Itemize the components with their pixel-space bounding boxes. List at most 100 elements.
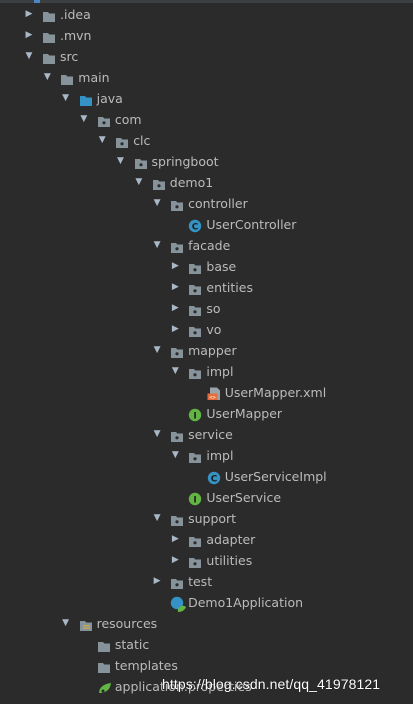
tree-node[interactable]: C UserController xyxy=(0,214,413,235)
tree-node[interactable]: ▼ demo1 xyxy=(0,172,413,193)
chevron-down-icon[interactable]: ▼ xyxy=(134,172,144,193)
chevron-down-icon[interactable]: ▼ xyxy=(152,235,162,256)
tree-node[interactable]: ▼ main xyxy=(0,67,413,88)
chevron-down-icon[interactable]: ▼ xyxy=(152,508,162,529)
tree-node[interactable]: ▼ impl xyxy=(0,445,413,466)
tree-node[interactable]: ▶ so xyxy=(0,298,413,319)
chevron-down-icon[interactable]: ▼ xyxy=(170,445,180,466)
tree-node[interactable]: Demo1Application xyxy=(0,592,413,613)
tree-node[interactable]: templates xyxy=(0,655,413,676)
tree-node[interactable]: ▼ controller xyxy=(0,193,413,214)
chevron-right-icon[interactable]: ▶ xyxy=(170,277,180,298)
xml-file-icon: <> xyxy=(207,386,221,401)
tree-node-label: so xyxy=(206,301,221,316)
tree-node-label: entities xyxy=(206,280,253,295)
tree-node[interactable]: ▶ vo xyxy=(0,319,413,340)
resources-folder-icon xyxy=(79,617,93,631)
chevron-right-icon[interactable]: ▶ xyxy=(170,256,180,277)
tree-node[interactable]: ▼ springboot xyxy=(0,151,413,172)
tree-node[interactable]: I UserService xyxy=(0,487,413,508)
tree-node[interactable]: ▼ service xyxy=(0,424,413,445)
tree-node[interactable]: ▼ src xyxy=(0,46,413,67)
chevron-right-icon[interactable]: ▶ xyxy=(170,550,180,571)
tree-node[interactable]: ▶ .mvn xyxy=(0,25,413,46)
chevron-down-icon[interactable]: ▼ xyxy=(152,193,162,214)
package-icon xyxy=(188,260,202,274)
package-icon xyxy=(188,449,202,463)
chevron-down-icon[interactable]: ▼ xyxy=(61,613,71,634)
chevron-right-icon[interactable]: ▶ xyxy=(24,25,34,46)
tree-node-label: UserService xyxy=(206,490,282,505)
tree-node-label: service xyxy=(188,427,233,442)
chevron-right-icon[interactable]: ▶ xyxy=(152,571,162,592)
chevron-down-icon[interactable]: ▼ xyxy=(42,67,52,88)
tree-node[interactable]: ▶ .idea xyxy=(0,4,413,25)
chevron-right-icon[interactable]: ▶ xyxy=(24,4,34,25)
tree-node-label: facade xyxy=(188,238,231,253)
chevron-right-icon[interactable]: ▶ xyxy=(170,529,180,550)
tree-node-label: com xyxy=(114,112,142,127)
package-icon xyxy=(97,113,111,127)
tree-node-label: support xyxy=(188,511,237,526)
chevron-down-icon[interactable]: ▼ xyxy=(79,109,89,130)
java-interface-icon: I xyxy=(188,491,202,505)
folder-icon xyxy=(42,29,56,43)
tree-bottom-edge xyxy=(0,696,413,704)
chevron-down-icon[interactable]: ▼ xyxy=(152,424,162,445)
tree-node-label: clc xyxy=(133,133,151,148)
tree-node[interactable]: ▼ clc xyxy=(0,130,413,151)
tree-node[interactable]: ▶ entities xyxy=(0,277,413,298)
package-icon xyxy=(188,323,202,337)
folder-icon xyxy=(42,8,56,22)
tree-node[interactable]: ▶ utilities xyxy=(0,550,413,571)
package-icon xyxy=(170,239,184,253)
tree-node-label: test xyxy=(188,574,213,589)
package-icon xyxy=(188,554,202,568)
tree-node-label: demo1 xyxy=(169,175,214,190)
tree-node[interactable]: ▶ test xyxy=(0,571,413,592)
chevron-down-icon[interactable]: ▼ xyxy=(170,361,180,382)
tree-node-label: UserServiceImpl xyxy=(224,469,327,484)
folder-icon xyxy=(97,638,111,652)
package-icon xyxy=(188,365,202,379)
chevron-down-icon[interactable]: ▼ xyxy=(116,151,126,172)
tree-node[interactable]: ▼ support xyxy=(0,508,413,529)
project-tree[interactable]: ▶ .idea ▶ .mvn ▼ src ▼ main ▼ java ▼ com ▼ clc ▼ spring… xyxy=(0,4,413,697)
svg-text:C: C xyxy=(210,474,217,484)
tree-node-label: Demo1Application xyxy=(188,595,304,610)
folder-icon xyxy=(42,50,56,64)
tree-node-label: main xyxy=(78,70,110,85)
spring-boot-class-icon xyxy=(170,596,187,612)
chevron-down-icon[interactable]: ▼ xyxy=(61,88,71,109)
package-icon xyxy=(188,533,202,547)
chevron-down-icon[interactable]: ▼ xyxy=(24,46,34,67)
header-tab-indicator xyxy=(34,0,40,3)
tree-node[interactable]: ▼ facade xyxy=(0,235,413,256)
svg-text:<>: <> xyxy=(209,395,216,401)
chevron-right-icon[interactable]: ▶ xyxy=(170,319,180,340)
chevron-down-icon[interactable]: ▼ xyxy=(97,130,107,151)
tree-node[interactable]: C UserServiceImpl xyxy=(0,466,413,487)
tree-node-label: mapper xyxy=(188,343,237,358)
tree-node[interactable]: ▶ base xyxy=(0,256,413,277)
package-icon xyxy=(115,134,129,148)
java-class-icon: C xyxy=(188,218,202,232)
chevron-down-icon[interactable]: ▼ xyxy=(152,340,162,361)
folder-icon xyxy=(60,71,74,85)
tree-node[interactable]: ▼ com xyxy=(0,109,413,130)
tree-node[interactable]: ▶ adapter xyxy=(0,529,413,550)
package-icon xyxy=(170,197,184,211)
tree-node[interactable]: ▼ mapper xyxy=(0,340,413,361)
tree-node[interactable]: ▼ java xyxy=(0,88,413,109)
tree-node-label: java xyxy=(96,91,123,106)
tree-node[interactable]: static xyxy=(0,634,413,655)
tree-node[interactable]: <> UserMapper.xml xyxy=(0,382,413,403)
spring-properties-icon xyxy=(97,680,111,693)
tree-node-label: adapter xyxy=(206,532,256,547)
tree-node[interactable]: I UserMapper xyxy=(0,403,413,424)
tree-node[interactable]: ▼ resources xyxy=(0,613,413,634)
svg-text:I: I xyxy=(194,411,197,421)
package-icon xyxy=(152,176,166,190)
chevron-right-icon[interactable]: ▶ xyxy=(170,298,180,319)
tree-node[interactable]: ▼ impl xyxy=(0,361,413,382)
